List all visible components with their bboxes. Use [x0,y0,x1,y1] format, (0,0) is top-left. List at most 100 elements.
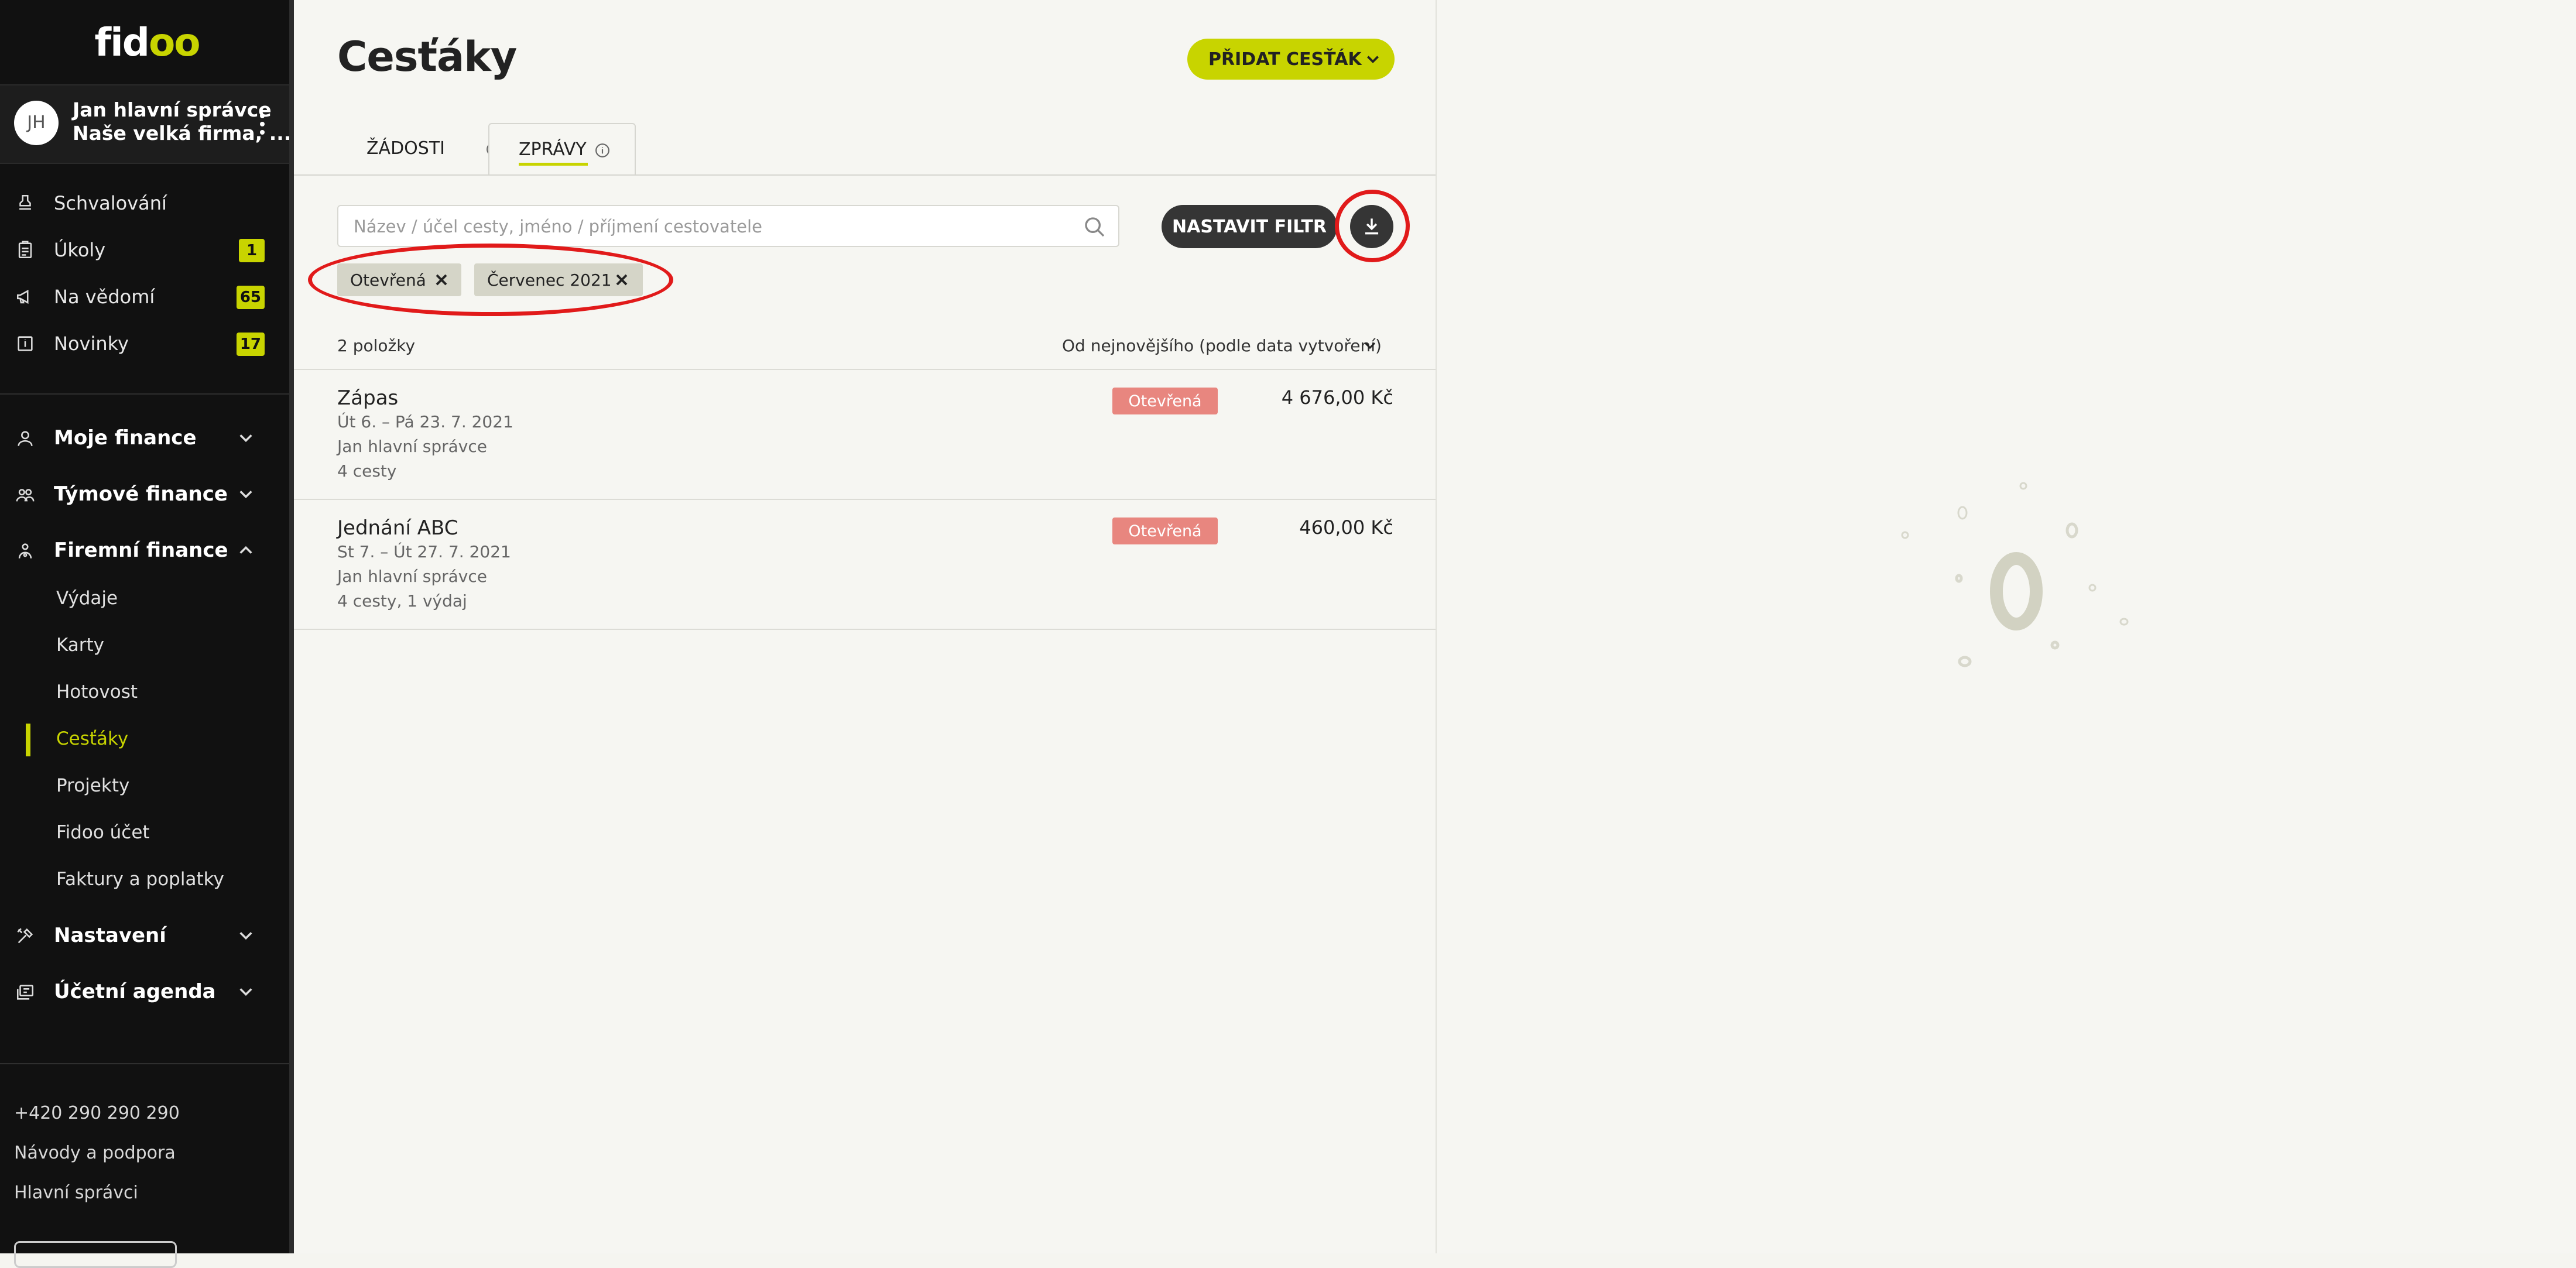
tab-active-underline [519,163,588,166]
user-company: Naše velká firma, ... [73,122,292,145]
admins-link[interactable]: Hlavní správci [14,1183,138,1203]
support-phone[interactable]: +420 290 290 290 [14,1103,180,1123]
sidebar-divider [0,393,289,395]
sidebar-item-projekty[interactable]: Projekty [0,767,289,804]
sidebar-group-label: Nastavení [54,924,166,947]
sidebar-divider [0,1063,289,1064]
chevron-down-icon[interactable] [1365,53,1381,66]
logo-main: fid [94,20,150,65]
chevron-down-icon [239,434,252,443]
sidebar-item-label: Novinky [54,333,129,355]
report-amount: 460,00 Kč [1299,516,1393,539]
sidebar-item-label: Fidoo účet [56,822,150,843]
status-badge: Otevřená [1112,518,1218,544]
info-icon[interactable] [595,143,610,158]
footer-button[interactable] [14,1241,177,1268]
user-switcher[interactable]: JH Jan hlavní správce Naše velká firma, … [0,84,292,164]
report-dates: St 7. – Út 27. 7. 2021 [337,542,511,561]
report-title: Jednání ABC [337,516,458,540]
sidebar-group-label: Týmové finance [54,482,228,506]
sidebar-item-label: Faktury a poplatky [56,869,224,890]
user-name: Jan hlavní správce [73,98,272,121]
sidebar-group-label: Firemní finance [54,539,228,562]
tab-label: ŽÁDOSTI [366,138,446,159]
status-label: Otevřená [1128,522,1202,540]
sidebar-item-label: Schvalování [54,192,167,214]
sidebar-item-label: Úkoly [54,239,106,261]
sort-select[interactable]: Od nejnovějšího (podle data vytvoření) [1062,336,1382,355]
sidebar: fidoo JH Jan hlavní správce Naše velká f… [0,0,294,1268]
sidebar-group-label: Moje finance [54,426,197,450]
add-button-label: PŘIDAT CESŤÁK [1208,49,1362,70]
sidebar-item-cestaky[interactable]: Cesťáky [0,720,289,758]
logo-accent: oo [148,20,201,65]
accounting-icon [16,985,34,1000]
chevron-down-icon [239,932,252,940]
status-badge: Otevřená [1112,388,1218,414]
tab-zpravy[interactable]: ZPRÁVY [488,123,636,176]
company-icon [18,543,32,558]
annotation-circle [1335,190,1410,262]
list-end-divider [294,629,1436,630]
detail-panel [1436,0,2576,1253]
sidebar-item-vydaje[interactable]: Výdaje [0,580,289,617]
sidebar-item-label: Karty [56,635,105,656]
report-amount: 4 676,00 Kč [1281,386,1393,409]
sidebar-group-firemni-finance[interactable]: Firemní finance [0,530,289,571]
chevron-up-icon [239,546,252,554]
sidebar-item-fidoo-ucet[interactable]: Fidoo účet [0,814,289,851]
chevron-down-icon[interactable] [1363,340,1377,351]
sidebar-item-label: Na vědomí [54,286,155,308]
report-row[interactable]: Jednání ABC St 7. – Út 27. 7. 2021 Jan h… [294,499,1436,629]
chevron-down-icon [239,988,252,996]
tabs-divider [294,174,1436,176]
user-icon [18,431,33,446]
sidebar-group-tymove-finance[interactable]: Týmové finance [0,474,289,515]
sidebar-group-nastaveni[interactable]: Nastavení [0,916,289,957]
active-indicator [26,724,30,756]
status-label: Otevřená [1128,392,1202,410]
report-person: Jan hlavní správce [337,437,487,456]
tab-zadosti[interactable]: ŽÁDOSTI [337,123,501,176]
page-title: Cesťáky [337,33,517,81]
tab-label: ZPRÁVY [519,139,587,160]
megaphone-icon [16,289,29,304]
sidebar-item-label: Projekty [56,775,130,796]
sidebar-item-label: Výdaje [56,588,118,609]
clipboard-icon [18,241,32,259]
count-badge: 17 [236,333,265,356]
set-filter-button[interactable]: NASTAVIT FILTR [1162,205,1337,248]
report-dates: Út 6. – Pá 23. 7. 2021 [337,412,513,431]
add-travel-report-button[interactable]: PŘIDAT CESŤÁK [1187,39,1395,80]
sidebar-item-na-vedomi[interactable]: Na vědomí 65 [0,276,289,317]
search-icon[interactable] [1083,215,1107,239]
count-badge: 65 [236,286,265,309]
report-title: Zápas [337,386,399,410]
chevron-down-icon [239,491,252,499]
sidebar-item-label: Cesťáky [56,728,129,749]
sidebar-item-hotovost[interactable]: Hotovost [0,673,289,711]
sidebar-item-novinky[interactable]: Novinky 17 [0,323,289,364]
report-person: Jan hlavní správce [337,567,487,586]
sidebar-item-karty[interactable]: Karty [0,626,289,664]
annotation-ellipse [308,244,673,316]
report-details: 4 cesty, 1 výdaj [337,591,467,611]
count-badge: 1 [239,239,265,262]
fidoo-empty-illustration [1901,482,2129,667]
search-box[interactable] [337,205,1119,247]
stamp-icon [19,194,31,210]
sidebar-group-ucetni-agenda[interactable]: Účetní agenda [0,972,289,1013]
team-icon [16,489,35,502]
sidebar-item-schvalovani[interactable]: Schvalování [0,183,289,224]
report-row[interactable]: Zápas Út 6. – Pá 23. 7. 2021 Jan hlavní … [294,369,1436,499]
help-link[interactable]: Návody a podpora [14,1143,176,1163]
fidoo-logo[interactable]: fidoo [0,16,294,69]
sidebar-scrollbar[interactable] [289,0,294,1253]
sidebar-item-faktury[interactable]: Faktury a poplatky [0,861,289,898]
more-options-icon[interactable] [260,114,266,137]
sidebar-item-ukoly[interactable]: Úkoly 1 [0,229,289,270]
sidebar-group-label: Účetní agenda [54,980,216,1003]
sidebar-group-moje-finance[interactable]: Moje finance [0,418,289,459]
tools-icon [17,928,33,944]
search-input[interactable] [352,214,1057,239]
